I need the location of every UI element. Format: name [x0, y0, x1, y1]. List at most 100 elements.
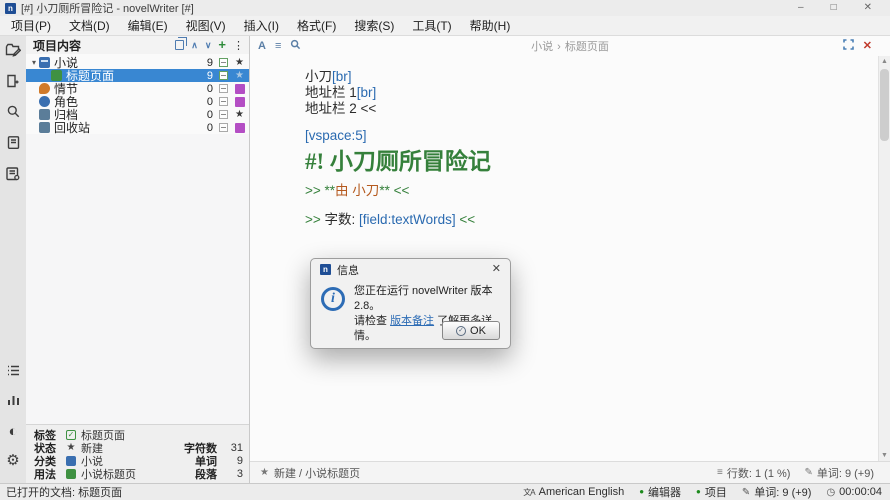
build-manuscript-button[interactable] [3, 166, 23, 186]
book-icon [39, 57, 50, 68]
word-count: 9 [195, 70, 213, 82]
novel-outline-button[interactable] [3, 363, 23, 383]
settings-button[interactable]: ⚙ [3, 450, 23, 470]
expander-icon[interactable]: ▾ [29, 58, 39, 67]
status-star-icon: ★ [260, 467, 269, 478]
importance-square-icon [235, 123, 245, 133]
usage-icon [66, 469, 76, 479]
maximize-button[interactable]: □ [831, 3, 837, 13]
add-item-button[interactable]: + [218, 40, 226, 50]
close-button[interactable]: ✕ [864, 3, 872, 13]
word-count: 0 [195, 96, 213, 108]
word-count: 9 [195, 57, 213, 69]
minimize-button[interactable]: – [798, 3, 804, 13]
editor-header: A ≡ 小说›标题页面 ✕ [250, 36, 890, 56]
more-options-button[interactable]: ⋮ [233, 39, 244, 52]
lines-icon: ≡ [717, 467, 723, 478]
editor-search-button[interactable] [290, 39, 301, 53]
tree-item-trash[interactable]: 回收站 0 [26, 121, 249, 134]
class-book-icon [66, 456, 76, 466]
scrollbar-thumb[interactable] [880, 69, 889, 141]
theme-toggle-button[interactable]: ◐ [3, 421, 23, 441]
quick-links-icon[interactable] [175, 40, 184, 50]
info-dialog: n 信息 ✕ i 您正在运行 novelWriter 版本 2.8。 请检查 版… [310, 258, 511, 349]
open-document-status: 已打开的文档: 标题页面 [6, 484, 122, 500]
line-count-status[interactable]: ≡行数: 1 (1 %) [717, 465, 790, 481]
active-checkbox[interactable] [219, 123, 228, 132]
menu-search[interactable]: 搜索(S) [345, 15, 403, 36]
menu-document[interactable]: 文档(D) [60, 15, 119, 36]
document-status-text[interactable]: 新建 / 小说标题页 [274, 465, 360, 481]
importance-square-icon [235, 97, 245, 107]
document-add-icon [5, 73, 21, 94]
menu-edit[interactable]: 编辑(E) [119, 15, 177, 36]
menu-bar: 项目(P) 文档(D) 编辑(E) 视图(V) 插入(I) 格式(F) 搜索(S… [0, 16, 890, 36]
trash-icon [39, 122, 50, 133]
session-words-status[interactable]: ✎单词: 9 (+9) [742, 484, 812, 500]
release-notes-link[interactable]: 版本备注 [390, 315, 434, 327]
menu-help[interactable]: 帮助(H) [461, 15, 520, 36]
document-settings-icon [5, 166, 21, 187]
menu-insert[interactable]: 插入(I) [235, 15, 288, 36]
doc-line: >> **由 小刀** << [305, 183, 870, 199]
menu-tools[interactable]: 工具(T) [403, 15, 460, 36]
folder-edit-icon [5, 42, 21, 63]
list-icon [6, 363, 21, 383]
menu-format[interactable]: 格式(F) [288, 15, 345, 36]
novel-view-button[interactable] [3, 73, 23, 93]
editor-status[interactable]: ●编辑器 [639, 484, 681, 500]
language-icon: 文A [523, 487, 534, 498]
format-menu-button[interactable]: A [258, 40, 266, 52]
paragraphs-count-value: 3 [217, 468, 243, 480]
active-checkbox[interactable] [219, 97, 228, 106]
language-status[interactable]: 文AAmerican English [523, 486, 624, 498]
tree-item-label: 回收站 [54, 119, 195, 136]
green-dot-icon: ● [639, 488, 644, 496]
contrast-icon: ◐ [8, 424, 17, 439]
project-status[interactable]: ●项目 [696, 484, 727, 500]
editor-scrollbar[interactable]: ▲ ▼ [878, 56, 890, 461]
characters-icon [39, 96, 50, 107]
focus-mode-icon[interactable] [843, 37, 854, 55]
move-up-button[interactable]: ∧ [191, 40, 198, 51]
archive-icon [39, 109, 50, 120]
dialog-close-icon[interactable]: ✕ [492, 264, 501, 275]
active-checkbox[interactable] [219, 84, 228, 93]
menu-view[interactable]: 视图(V) [177, 15, 235, 36]
title-bar: n [#] 小刀厕所冒险记 - novelWriter [#] – □ ✕ [0, 0, 890, 16]
doc-line: >> 字数: [field:textWords] << [305, 212, 870, 228]
pen-icon: ✎ [742, 487, 750, 498]
move-down-button[interactable]: ∨ [205, 40, 212, 51]
pen-icon: ✎ [804, 467, 812, 478]
dialog-title: 信息 [337, 262, 359, 278]
active-checkbox[interactable] [219, 110, 228, 119]
green-dot-icon: ● [696, 488, 701, 496]
scroll-down-icon[interactable]: ▼ [879, 452, 890, 459]
project-tree: ▾ 小说 9 ★ 标题页面 9 ★ [26, 54, 249, 134]
chars-count-value: 31 [217, 442, 243, 454]
close-document-icon[interactable]: ✕ [863, 41, 872, 52]
tag-check-icon: ✓ [66, 430, 76, 440]
detail-label-usage: 用法 [34, 466, 64, 482]
scroll-up-icon[interactable]: ▲ [879, 58, 890, 65]
session-time-status[interactable]: ◷00:00:04 [826, 486, 882, 498]
writing-stats-button[interactable] [3, 392, 23, 412]
gear-icon: ⚙ [6, 453, 19, 468]
detail-value-usage: 小说标题页 [81, 466, 149, 482]
search-icon [6, 104, 21, 124]
status-star-icon: ★ [234, 109, 245, 120]
document-icon [6, 135, 21, 155]
search-button[interactable] [3, 104, 23, 124]
word-count-status[interactable]: ✎单词: 9 (+9) [804, 465, 874, 481]
active-checkbox[interactable] [219, 71, 228, 80]
app-window: n [#] 小刀厕所冒险记 - novelWriter [#] – □ ✕ 项目… [0, 0, 890, 500]
outline-menu-button[interactable]: ≡ [275, 40, 281, 52]
status-star-icon: ★ [66, 443, 76, 453]
active-checkbox[interactable] [219, 58, 228, 67]
window-title: [#] 小刀厕所冒险记 - novelWriter [#] [21, 0, 194, 16]
project-details-button[interactable] [3, 42, 23, 62]
menu-project[interactable]: 项目(P) [2, 15, 60, 36]
outline-view-button[interactable] [3, 135, 23, 155]
ok-button[interactable]: ✓ OK [442, 321, 500, 340]
breadcrumb-separator: › [557, 41, 561, 53]
